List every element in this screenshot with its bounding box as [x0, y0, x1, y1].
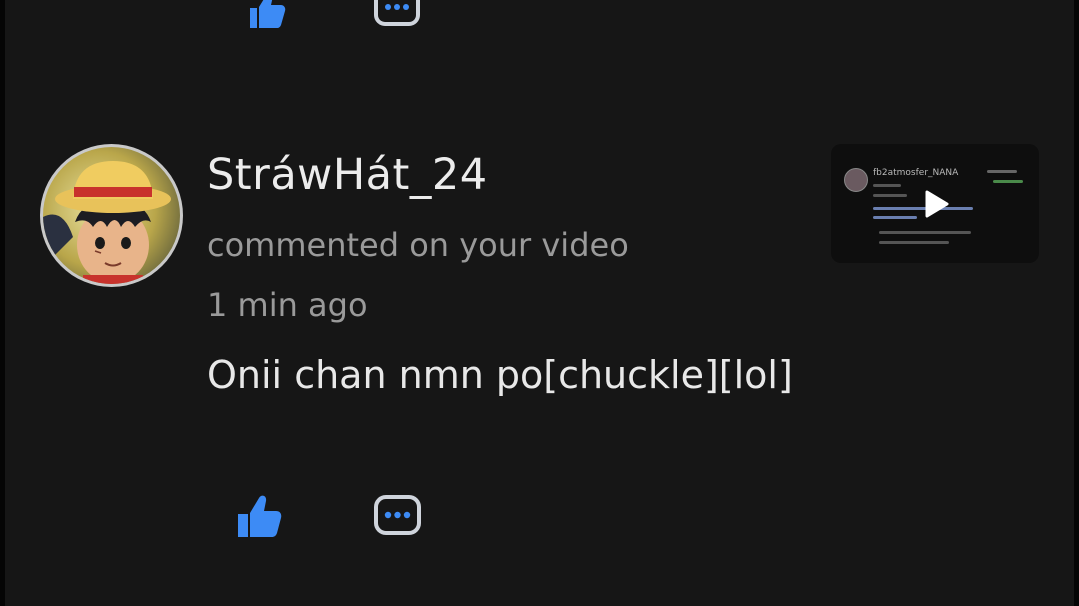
reply-button[interactable] [373, 490, 423, 535]
comment-bubble-icon [374, 0, 420, 26]
username[interactable]: StráwHát_24 [207, 150, 488, 200]
comment-bubble-icon [374, 495, 421, 535]
like-button[interactable] [236, 490, 286, 537]
thumbs-up-icon [238, 495, 282, 537]
screen-edge-left [0, 0, 5, 606]
thumbnail-text-line [873, 216, 917, 219]
notification-action-text: commented on your video [207, 226, 629, 264]
thumbnail-caption: fb2atmosfer_NANA [873, 168, 959, 178]
notification-screen: StráwHát_24 commented on your video 1 mi… [0, 0, 1079, 606]
thumbs-up-icon [250, 0, 286, 28]
thumbnail-avatar [844, 168, 868, 192]
thumbnail-text-line [879, 231, 971, 234]
thumbnail-text-line [987, 170, 1017, 173]
thumbnail-text-line [993, 180, 1023, 183]
notification-actions [236, 490, 436, 540]
play-icon [925, 190, 949, 218]
previous-like-button[interactable] [236, 0, 286, 30]
screen-edge-right [1074, 0, 1079, 606]
video-thumbnail[interactable]: fb2atmosfer_NANA [831, 144, 1039, 263]
avatar-image [43, 147, 180, 284]
thumbnail-text-line [879, 241, 949, 244]
thumbnail-text-line [873, 194, 907, 197]
comment-text: Onii chan nmn po[chuckle][lol] [207, 353, 793, 397]
previous-reply-button[interactable] [373, 0, 423, 30]
thumbnail-text-line [873, 184, 901, 187]
user-avatar[interactable] [40, 144, 183, 287]
notification-timestamp: 1 min ago [207, 286, 368, 324]
previous-notification-actions [236, 0, 436, 30]
